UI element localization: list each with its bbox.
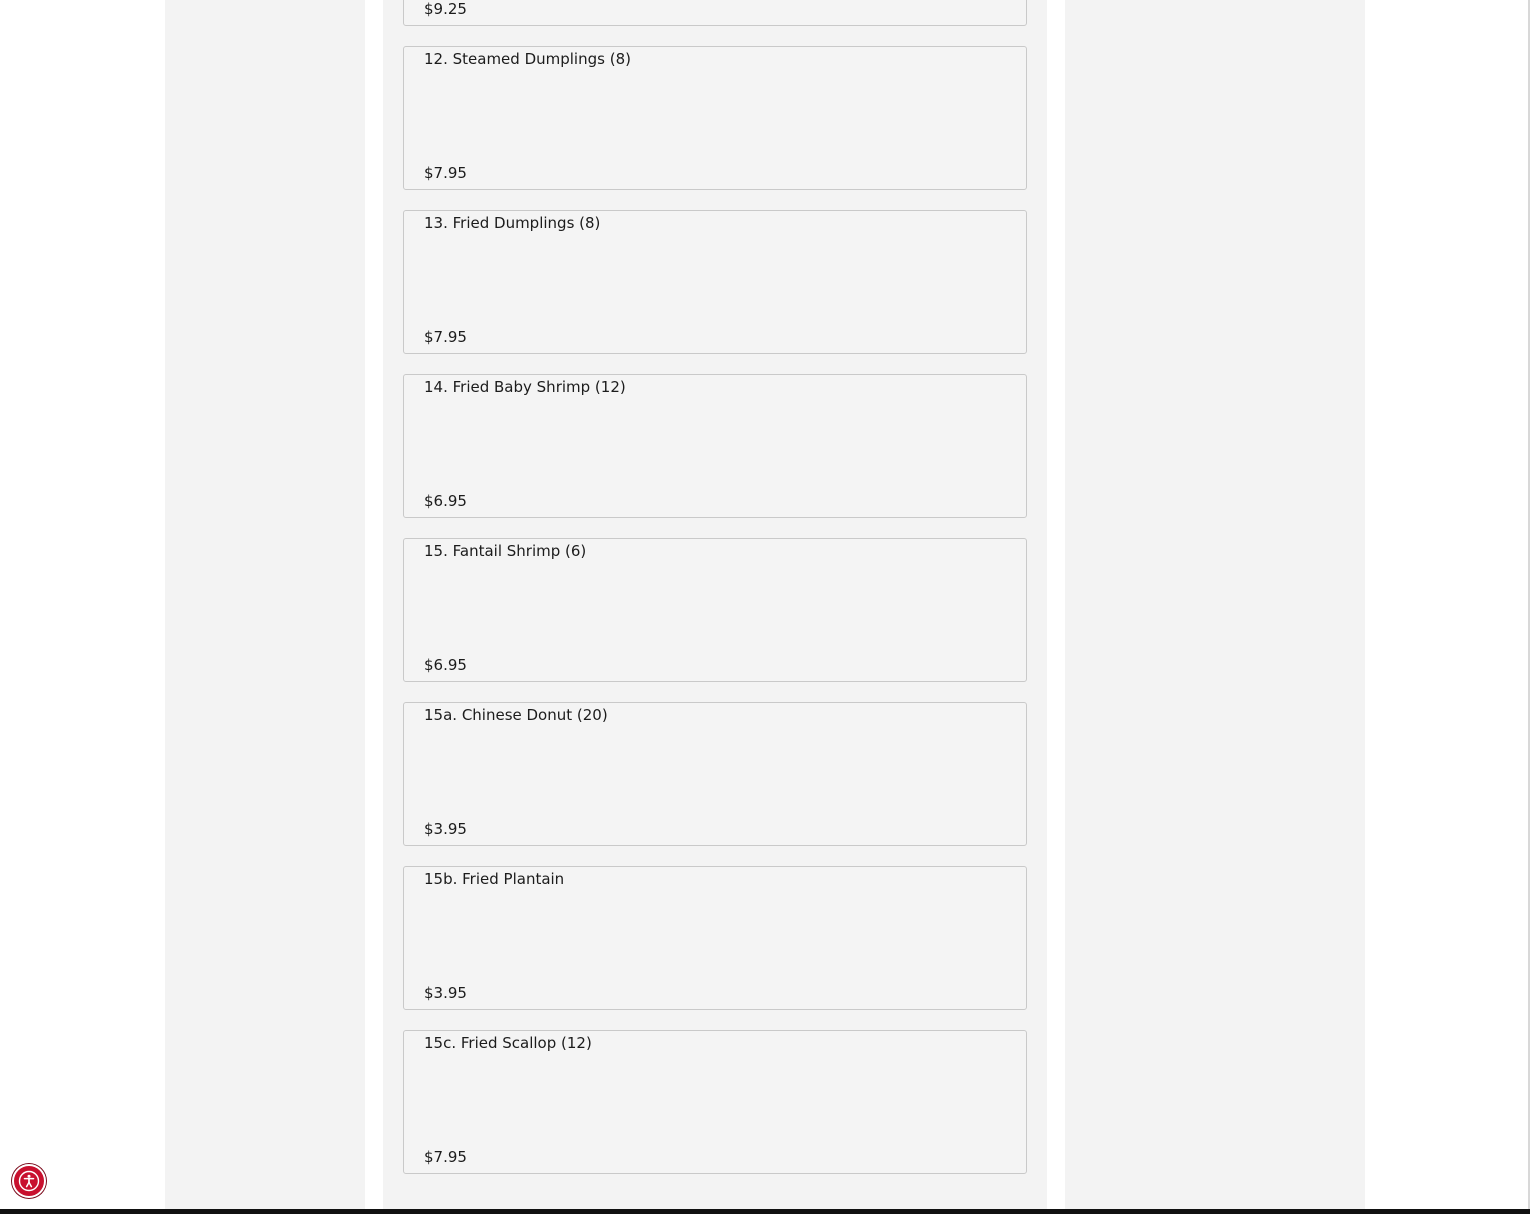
menu-item-card[interactable]: 14. Fried Baby Shrimp (12) $6.95 [403, 374, 1027, 518]
menu-item-card[interactable]: 13. Fried Dumplings (8) $7.95 [403, 210, 1027, 354]
accessibility-icon [18, 1170, 40, 1192]
accessibility-button[interactable] [12, 1164, 46, 1198]
menu-item-price: $7.95 [424, 164, 467, 182]
page: $9.25 12. Steamed Dumplings (8) $7.95 13… [0, 0, 1530, 1214]
menu-item-card[interactable]: 12. Steamed Dumplings (8) $7.95 [403, 46, 1027, 190]
bottom-border [0, 1209, 1530, 1214]
menu-item-price: $7.95 [424, 1148, 467, 1166]
menu-item-name: 14. Fried Baby Shrimp (12) [424, 378, 626, 396]
menu-item-card[interactable]: 15b. Fried Plantain $3.95 [403, 866, 1027, 1010]
menu-item-name: 15c. Fried Scallop (12) [424, 1034, 592, 1052]
menu-item-price: $6.95 [424, 656, 467, 674]
menu-item-price: $3.95 [424, 984, 467, 1002]
menu-item-list: $9.25 12. Steamed Dumplings (8) $7.95 13… [403, 0, 1027, 1194]
menu-item-name: 13. Fried Dumplings (8) [424, 214, 601, 232]
menu-item-name: 15. Fantail Shrimp (6) [424, 542, 587, 560]
menu-item-card[interactable]: $9.25 [403, 0, 1027, 26]
menu-item-card[interactable]: 15a. Chinese Donut (20) $3.95 [403, 702, 1027, 846]
right-column [1065, 0, 1365, 1209]
left-column [165, 0, 365, 1209]
menu-item-price: $3.95 [424, 820, 467, 838]
menu-item-name: 12. Steamed Dumplings (8) [424, 50, 631, 68]
menu-item-name: 15a. Chinese Donut (20) [424, 706, 608, 724]
menu-item-name: 15b. Fried Plantain [424, 870, 565, 888]
menu-item-price: $6.95 [424, 492, 467, 510]
menu-item-price: $7.95 [424, 328, 467, 346]
menu-item-card[interactable]: 15c. Fried Scallop (12) $7.95 [403, 1030, 1027, 1174]
menu-item-price: $9.25 [424, 0, 467, 18]
menu-item-card[interactable]: 15. Fantail Shrimp (6) $6.95 [403, 538, 1027, 682]
